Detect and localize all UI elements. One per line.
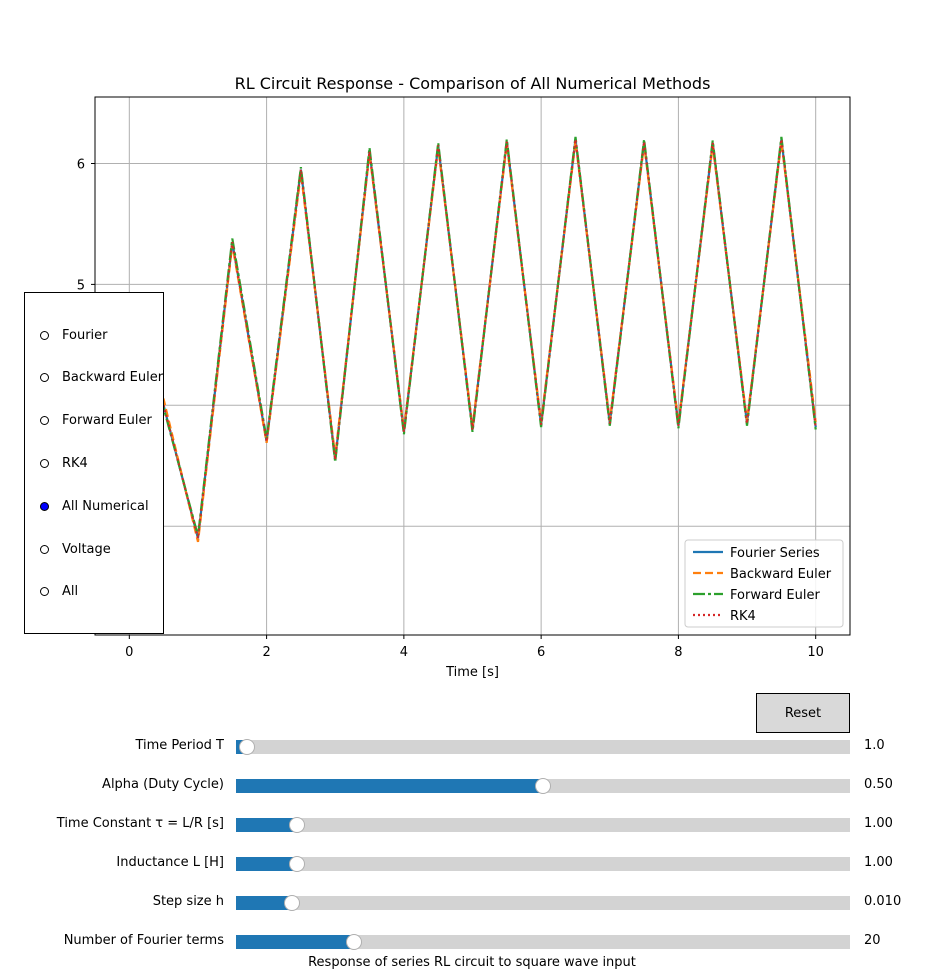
slider-row: Alpha (Duty Cycle) 0.50: [0, 776, 944, 796]
slider-label: Time Period T: [135, 738, 224, 753]
slider-row: Number of Fourier terms 20: [0, 932, 944, 952]
x-axis-label: Time [s]: [445, 665, 499, 680]
slider-value: 20: [864, 933, 881, 948]
slider-row: Time Constant τ = L/R [s] 1.00: [0, 815, 944, 835]
legend-label: Forward Euler: [730, 588, 820, 603]
radio-circle-icon[interactable]: [40, 416, 49, 426]
legend-label: RK4: [730, 609, 756, 624]
radio-circle-icon[interactable]: [40, 587, 49, 597]
x-tick-label: 4: [400, 645, 408, 660]
series-line-fourier-series: [128, 139, 817, 539]
reset-button[interactable]: Reset: [756, 693, 850, 733]
slider-label: Number of Fourier terms: [63, 933, 224, 948]
slider-track[interactable]: [236, 778, 850, 794]
slider-handle[interactable]: [345, 934, 362, 950]
slider-handle[interactable]: [289, 817, 306, 833]
radio-option-label: RK4: [62, 455, 88, 471]
x-tick-label: 6: [537, 645, 545, 660]
radio-option-label: Forward Euler: [62, 413, 152, 429]
slider-value: 1.00: [864, 816, 893, 831]
series-line-forward-euler: [128, 136, 817, 537]
slider-handle[interactable]: [289, 856, 306, 872]
slider-value: 1.00: [864, 855, 893, 870]
slider-fill: [236, 779, 543, 793]
slider-track[interactable]: [236, 895, 850, 911]
slider-fill: [236, 818, 298, 832]
radio-circle-icon[interactable]: [40, 501, 49, 511]
radio-option-all[interactable]: All: [40, 583, 78, 601]
slider-fill: [236, 935, 354, 949]
legend-label: Fourier Series: [730, 546, 820, 561]
x-tick-label: 0: [125, 645, 133, 660]
x-tick-label: 2: [262, 645, 270, 660]
series-lines: [128, 136, 817, 543]
slider-fill: [236, 857, 298, 871]
radio-option-forward-euler[interactable]: Forward Euler: [40, 412, 152, 430]
slider-label: Time Constant τ = L/R [s]: [56, 816, 224, 831]
radio-option-label: All Numerical: [62, 498, 149, 514]
slider-handle[interactable]: [535, 778, 551, 794]
radio-option-label: Fourier: [62, 327, 108, 343]
slider-handle[interactable]: [284, 895, 301, 911]
radio-option-all-numerical[interactable]: All Numerical: [40, 497, 149, 515]
series-line-backward-euler: [128, 141, 817, 543]
slider-track[interactable]: [236, 934, 850, 950]
radio-option-rk4[interactable]: RK4: [40, 454, 88, 472]
radio-circle-icon[interactable]: [40, 373, 49, 383]
slider-value: 0.010: [864, 894, 902, 909]
slider-label: Alpha (Duty Cycle): [102, 777, 224, 792]
slider-value: 0.50: [864, 777, 893, 792]
x-tick-label: 8: [674, 645, 682, 660]
radio-option-label: Voltage: [62, 541, 111, 557]
slider-row: Inductance L [H] 1.00: [0, 854, 944, 874]
legend: Fourier Series Backward Euler Forward Eule…: [684, 539, 844, 628]
slider-row: Step size h 0.010: [0, 893, 944, 913]
plot-mode-radio-panel: Fourier Backward Euler Forward Euler RK4 All…: [24, 292, 164, 634]
radio-option-label: All: [62, 584, 79, 600]
radio-circle-icon[interactable]: [40, 330, 49, 340]
slider-track[interactable]: [236, 817, 850, 833]
radio-option-backward-euler[interactable]: Backward Euler: [40, 369, 163, 387]
slider-handle[interactable]: [239, 739, 256, 755]
x-axis-ticks: 0 2 4 6 8 10: [125, 635, 824, 660]
radio-option-voltage[interactable]: Voltage: [40, 540, 111, 558]
x-tick-label: 10: [807, 645, 824, 660]
series-line-rk4: [128, 139, 817, 539]
legend-label: Backward Euler: [730, 567, 832, 582]
radio-option-label: Backward Euler: [62, 370, 164, 386]
y-tick-label: 6: [77, 157, 85, 172]
slider-label: Step size h: [152, 894, 224, 909]
slider-track[interactable]: [236, 739, 850, 755]
radio-circle-icon[interactable]: [40, 544, 49, 554]
figure-caption: Response of series RL circuit to square …: [308, 955, 636, 970]
slider-label: Inductance L [H]: [116, 855, 224, 870]
slider-value: 1.0: [864, 738, 885, 753]
slider-row: Time Period T 1.0: [0, 737, 944, 757]
chart-title: RL Circuit Response - Comparison of All …: [235, 74, 711, 93]
slider-track[interactable]: [236, 856, 850, 872]
radio-option-fourier[interactable]: Fourier: [40, 326, 108, 344]
radio-circle-icon[interactable]: [40, 458, 49, 468]
